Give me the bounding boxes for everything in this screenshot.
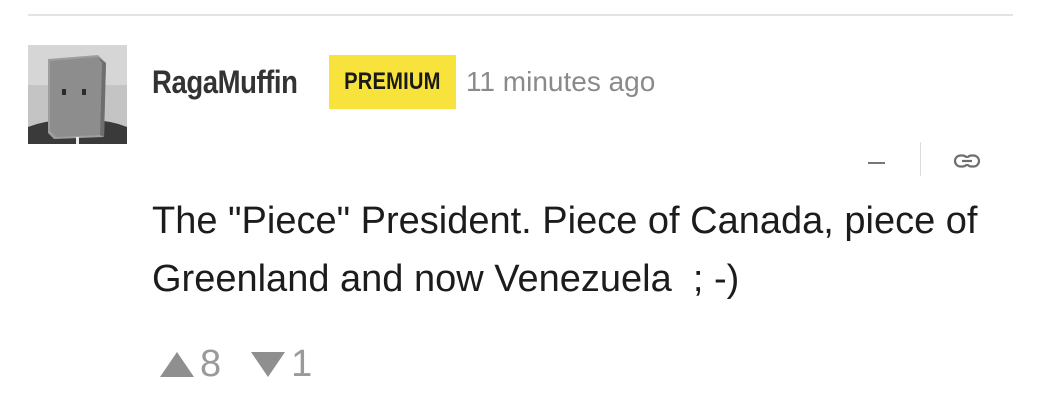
- comment-header: RagaMuffin PREMIUM 11 minutes ago: [152, 54, 655, 110]
- minus-icon: [868, 162, 885, 164]
- upvote-count: 8: [200, 342, 222, 385]
- avatar-image: [28, 45, 127, 144]
- comment-page: RagaMuffin PREMIUM 11 minutes ago The "P…: [0, 0, 1045, 400]
- vote-bar: 8 1: [160, 340, 312, 388]
- link-icon: [953, 154, 981, 168]
- downvote-count: 1: [291, 342, 313, 385]
- comment-actions: [856, 140, 996, 176]
- premium-badge: PREMIUM: [329, 55, 456, 109]
- permalink-button[interactable]: [952, 148, 982, 174]
- action-separator: [920, 142, 921, 176]
- comment-timestamp[interactable]: 11 minutes ago: [466, 66, 655, 98]
- downvote-button[interactable]: 1: [251, 343, 312, 386]
- author-name[interactable]: RagaMuffin: [152, 66, 298, 98]
- comment-body: The "Piece" President. Piece of Canada, …: [152, 200, 989, 300]
- triangle-down-icon: [251, 351, 286, 377]
- upvote-button[interactable]: 8: [160, 343, 221, 386]
- premium-badge-label: PREMIUM: [344, 68, 441, 95]
- collapse-button[interactable]: [856, 140, 896, 176]
- avatar[interactable]: [28, 45, 127, 144]
- top-divider: [28, 14, 1013, 16]
- triangle-up-icon: [160, 351, 194, 377]
